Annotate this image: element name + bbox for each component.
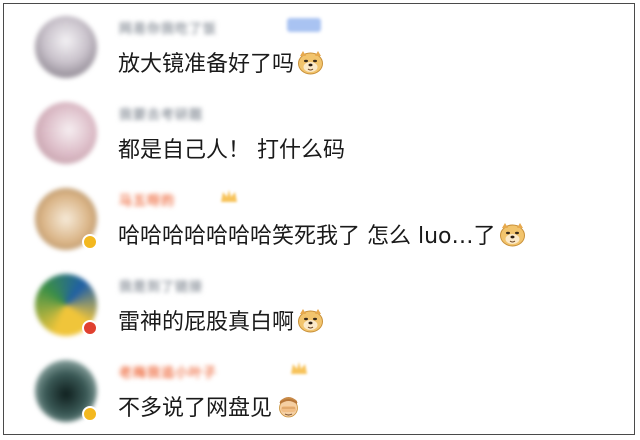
username[interactable]: 网易你我吃了饭	[119, 18, 217, 37]
comment-item[interactable]: 马五呀的 哈哈哈哈哈哈哈笑死我了 怎么 luo…了	[4, 176, 634, 262]
crown-icon	[291, 362, 307, 374]
comment-text: 雷神的屁股真白啊	[118, 304, 324, 336]
username[interactable]: 我要去考研题	[119, 104, 203, 123]
comment-item[interactable]: 我要去考研题 都是自己人！ 打什么码	[4, 90, 634, 176]
verified-badge	[82, 406, 98, 422]
crown-icon	[221, 190, 237, 202]
verified-badge	[82, 234, 98, 250]
avatar[interactable]	[35, 102, 97, 164]
vip-badge	[287, 18, 321, 32]
comment-text: 哈哈哈哈哈哈哈笑死我了 怎么 luo…了	[118, 218, 526, 250]
username[interactable]: 我是到了链接	[119, 276, 203, 295]
username[interactable]: 老梅我追小叶子	[119, 362, 217, 381]
comment-body: 不多说了网盘见	[118, 396, 273, 421]
comment-body: 哈哈哈哈哈哈哈笑死我了 怎么 luo…了	[118, 224, 496, 249]
verified-badge	[82, 320, 98, 336]
avatar[interactable]	[35, 16, 97, 78]
comment-item[interactable]: 我是到了链接 雷神的屁股真白啊	[4, 262, 634, 348]
face-palm-icon	[275, 394, 302, 419]
comment-item[interactable]: 网易你我吃了饭 放大镜准备好了吗	[4, 4, 634, 90]
doge-icon	[297, 308, 324, 333]
comment-text: 都是自己人！ 打什么码	[118, 132, 345, 164]
comment-body: 放大镜准备好了吗	[118, 52, 295, 77]
comment-item[interactable]: 老梅我追小叶子 不多说了网盘见	[4, 348, 634, 434]
username[interactable]: 马五呀的	[119, 190, 175, 209]
comment-body: 雷神的屁股真白啊	[118, 310, 295, 335]
comment-text: 放大镜准备好了吗	[118, 46, 324, 78]
comment-body: 都是自己人！ 打什么码	[118, 138, 345, 163]
comment-list: 网易你我吃了饭 放大镜准备好了吗 我要去考研题 都是自己人！ 打什么码 马五呀的…	[3, 3, 635, 435]
doge-icon	[499, 222, 526, 247]
comment-text: 不多说了网盘见	[118, 390, 302, 422]
doge-icon	[297, 50, 324, 75]
